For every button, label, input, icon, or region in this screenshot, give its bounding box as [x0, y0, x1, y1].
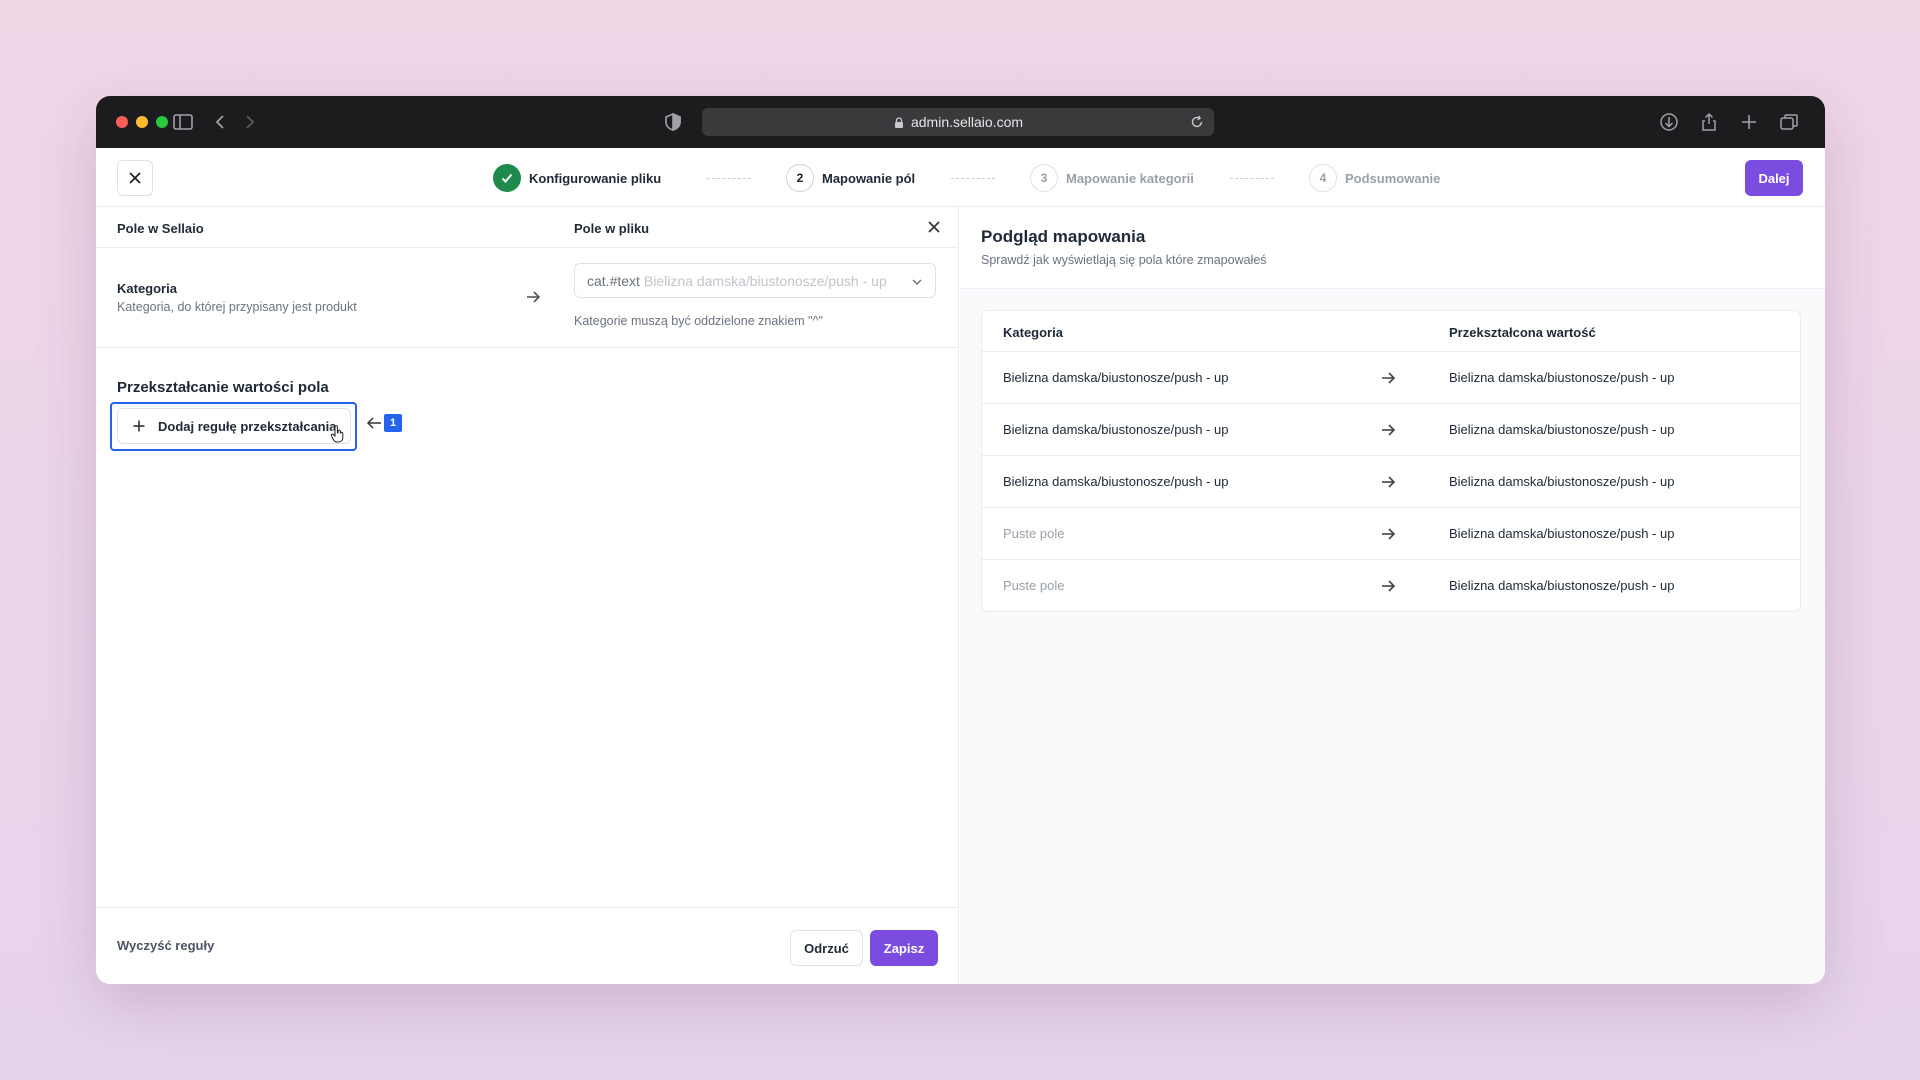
lock-icon: [893, 116, 905, 128]
browser-window: admin.sellaio.com Konfigurowanie pliku 2…: [96, 96, 1825, 984]
source-value-empty: Puste pole: [1003, 526, 1065, 541]
discard-button[interactable]: Odrzuć: [790, 930, 863, 966]
step-connector: [951, 178, 995, 179]
preview-header: Podgląd mapowania Sprawdź jak wyświetlaj…: [960, 207, 1825, 289]
step-number: 3: [1030, 164, 1058, 192]
step-connector: [707, 178, 751, 179]
field-row-category: Kategoria Kategoria, do której przypisan…: [96, 248, 958, 348]
preview-subtitle: Sprawdź jak wyświetlają się pola które z…: [981, 253, 1267, 267]
table-row: Bielizna damska/biustonosze/push - up Bi…: [982, 352, 1800, 404]
new-tab-icon[interactable]: [1738, 112, 1760, 132]
panel-footer: Wyczyść reguły Odrzuć Zapisz: [96, 907, 958, 984]
privacy-shield-icon[interactable]: [662, 112, 684, 132]
callout-badge: 1: [384, 414, 402, 432]
add-rule-button[interactable]: Dodaj regułę przekształcania: [117, 408, 351, 444]
step-label: Mapowanie kategorii: [1066, 170, 1194, 186]
maximize-window-button[interactable]: [156, 116, 168, 128]
table-row: Puste pole Bielizna damska/biustonosze/p…: [982, 508, 1800, 560]
result-value: Bielizna damska/biustonosze/push - up: [1449, 422, 1675, 437]
close-wizard-button[interactable]: [117, 160, 153, 196]
step-label: Mapowanie pól: [822, 170, 916, 186]
url-text: admin.sellaio.com: [910, 114, 1024, 130]
next-button[interactable]: Dalej: [1745, 160, 1803, 196]
arrow-left-icon: [366, 416, 382, 430]
result-value: Bielizna damska/biustonosze/push - up: [1449, 474, 1675, 489]
plus-icon: [132, 419, 146, 433]
result-value: Bielizna damska/biustonosze/push - up: [1449, 526, 1675, 541]
file-field-header: Pole w pliku: [574, 221, 650, 236]
minimize-window-button[interactable]: [136, 116, 148, 128]
field-mapping-panel: Pole w Sellaio Pole w pliku Kategoria Ka…: [96, 207, 959, 984]
arrow-right-icon: [1379, 421, 1397, 439]
step-number: 2: [786, 164, 814, 192]
step-label: Konfigurowanie pliku: [529, 170, 662, 186]
source-value-empty: Puste pole: [1003, 578, 1065, 593]
arrow-right-icon: [1379, 473, 1397, 491]
preview-table: Kategoria Przekształcona wartość Bielizn…: [981, 310, 1801, 612]
result-column-header: Przekształcona wartość: [1449, 325, 1596, 340]
chevron-down-icon: [911, 275, 923, 287]
arrow-right-icon: [1379, 525, 1397, 543]
mapping-preview-panel: Podgląd mapowania Sprawdź jak wyświetlaj…: [960, 207, 1825, 984]
arrow-right-icon: [524, 288, 542, 306]
step-number: 4: [1309, 164, 1337, 192]
back-icon[interactable]: [210, 112, 232, 132]
download-icon[interactable]: [1658, 112, 1680, 132]
source-value: Bielizna damska/biustonosze/push - up: [1003, 370, 1229, 385]
save-button[interactable]: Zapisz: [870, 930, 938, 966]
add-rule-label: Dodaj regułę przekształcania: [158, 418, 337, 434]
tab-overview-icon[interactable]: [1778, 112, 1800, 132]
table-row: Bielizna damska/biustonosze/push - up Bi…: [982, 456, 1800, 508]
arrow-right-icon: [1379, 369, 1397, 387]
browser-toolbar: admin.sellaio.com: [96, 96, 1825, 148]
source-value: Bielizna damska/biustonosze/push - up: [1003, 474, 1229, 489]
forward-icon[interactable]: [238, 112, 260, 132]
select-value: Bielizna damska/biustonosze/push - up: [643, 272, 887, 289]
select-tag: cat.#text: [587, 272, 640, 289]
wizard-header: Konfigurowanie pliku 2 Mapowanie pól 3 M…: [96, 148, 1825, 207]
preview-title: Podgląd mapowania: [981, 227, 1146, 246]
sellaio-field-header: Pole w Sellaio: [117, 221, 204, 236]
transform-section-title: Przekształcanie wartości pola: [117, 379, 329, 396]
result-value: Bielizna damska/biustonosze/push - up: [1449, 578, 1675, 593]
check-icon: [493, 164, 521, 192]
step-file-config[interactable]: Konfigurowanie pliku: [493, 164, 661, 192]
reload-icon[interactable]: [1190, 115, 1204, 129]
table-row: Puste pole Bielizna damska/biustonosze/p…: [982, 560, 1800, 611]
table-row: Bielizna damska/biustonosze/push - up Bi…: [982, 404, 1800, 456]
field-description: Kategoria, do której przypisany jest pro…: [117, 300, 357, 314]
close-panel-icon[interactable]: [926, 219, 942, 235]
step-summary[interactable]: 4 Podsumowanie: [1309, 164, 1440, 192]
step-category-mapping[interactable]: 3 Mapowanie kategorii: [1030, 164, 1194, 192]
source-column-header: Kategoria: [1003, 325, 1063, 340]
address-bar[interactable]: admin.sellaio.com: [702, 108, 1214, 136]
file-field-select[interactable]: cat.#text Bielizna damska/biustonosze/pu…: [574, 263, 936, 298]
field-name: Kategoria: [117, 281, 177, 296]
step-field-mapping[interactable]: 2 Mapowanie pól: [786, 164, 915, 192]
separator-hint: Kategorie muszą być oddzielone znakiem "…: [574, 314, 823, 328]
step-label: Podsumowanie: [1345, 170, 1441, 186]
result-value: Bielizna damska/biustonosze/push - up: [1449, 370, 1675, 385]
close-window-button[interactable]: [116, 116, 128, 128]
sidebar-toggle-icon[interactable]: [172, 112, 194, 132]
column-headers: Pole w Sellaio Pole w pliku: [96, 207, 958, 248]
step-connector: [1230, 178, 1274, 179]
source-value: Bielizna damska/biustonosze/push - up: [1003, 422, 1229, 437]
hand-cursor-icon: [330, 425, 346, 443]
clear-rules-link[interactable]: Wyczyść reguły: [117, 938, 214, 953]
arrow-right-icon: [1379, 577, 1397, 595]
table-header: Kategoria Przekształcona wartość: [982, 311, 1800, 352]
share-icon[interactable]: [1698, 112, 1720, 132]
